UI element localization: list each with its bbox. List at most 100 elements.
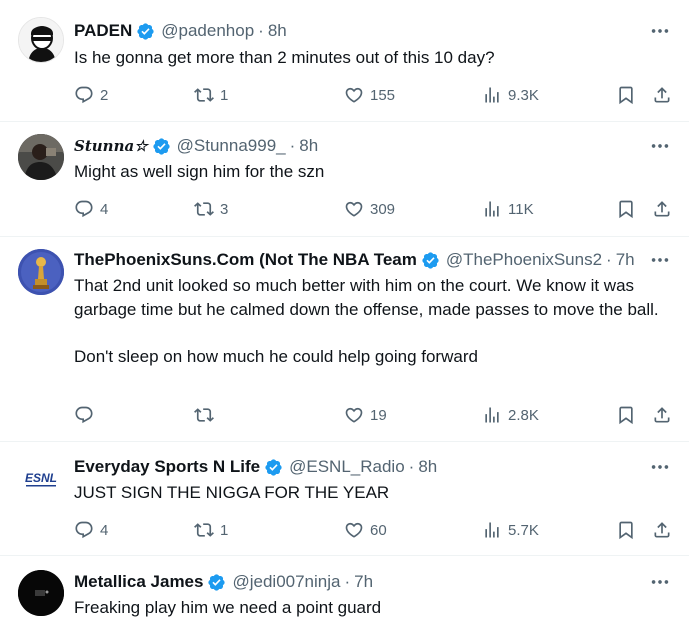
bar-chart-icon xyxy=(482,85,502,105)
reply-count: 2 xyxy=(100,86,109,104)
timestamp[interactable]: 8h xyxy=(268,20,287,42)
verified-badge-icon xyxy=(207,573,226,592)
separator-dot: · xyxy=(606,250,612,269)
reply-icon xyxy=(74,405,94,425)
user-handle[interactable]: @ESNL_Radio xyxy=(289,456,405,478)
timestamp[interactable]: 7h xyxy=(616,249,635,271)
heart-icon xyxy=(344,405,364,425)
tweet-text: Freaking play him we need a point guard xyxy=(74,598,382,617)
more-options-icon[interactable] xyxy=(649,20,671,42)
separator-dot: · xyxy=(258,21,264,40)
like-button[interactable]: 155 xyxy=(344,84,395,106)
verified-badge-icon xyxy=(136,22,155,41)
heart-icon xyxy=(344,520,364,540)
view-count: 5.7K xyxy=(508,521,539,539)
retweet-count: 1 xyxy=(220,86,229,104)
display-name[interactable]: ThePhoenixSuns.Com (Not The NBA Team xyxy=(74,249,417,271)
share-button[interactable] xyxy=(652,404,672,426)
bar-chart-icon xyxy=(482,405,502,425)
more-options-icon[interactable] xyxy=(649,249,671,271)
separator-dot: · xyxy=(408,457,415,476)
retweet-icon xyxy=(194,199,214,219)
retweet-button[interactable] xyxy=(194,404,214,426)
like-button[interactable]: 60 xyxy=(344,519,387,541)
tweet-header: PADEN @padenhop · 8h xyxy=(74,20,645,42)
share-icon xyxy=(652,85,672,105)
user-handle[interactable]: @ThePhoenixSuns2 xyxy=(446,249,602,271)
views-button[interactable]: 2.8K xyxy=(482,404,539,426)
tweet-header: ThePhoenixSuns.Com (Not The NBA Team @Th… xyxy=(74,249,645,271)
display-name[interactable]: Metallica James xyxy=(74,571,203,593)
views-button[interactable]: 11K xyxy=(482,198,534,220)
retweet-button[interactable]: 1 xyxy=(194,84,228,106)
share-button[interactable] xyxy=(652,198,672,220)
tweet-header: Stunna☆ @Stunna999_ · 8h xyxy=(74,135,645,157)
reply-count: 4 xyxy=(100,521,109,539)
views-button[interactable]: 5.7K xyxy=(482,519,539,541)
more-options-icon[interactable] xyxy=(649,135,671,157)
bookmark-icon xyxy=(616,85,636,105)
dark-photo-avatar[interactable] xyxy=(18,570,64,616)
display-name[interactable]: PADEN xyxy=(74,20,132,42)
user-handle[interactable]: @Stunna999_ xyxy=(177,135,286,157)
verified-badge-icon xyxy=(264,458,283,477)
tweet-5[interactable]: Metallica James @jedi007ninja · 7h Freak… xyxy=(0,556,689,621)
tweet-text: Is he gonna get more than 2 minutes out … xyxy=(74,48,495,67)
tweet-2[interactable]: Stunna☆ @Stunna999_ · 8h Might as well s… xyxy=(0,122,689,237)
reply-button[interactable]: 2 xyxy=(74,84,108,106)
retweet-icon xyxy=(194,520,214,540)
timestamp[interactable]: 8h xyxy=(418,456,437,478)
tweet-1[interactable]: PADEN @padenhop · 8h Is he gonna get mor… xyxy=(0,0,689,122)
views-button[interactable]: 9.3K xyxy=(482,84,539,106)
retweet-count: 3 xyxy=(220,200,229,218)
action-bar: 4 3 309 11K xyxy=(74,198,674,220)
more-options-icon[interactable] xyxy=(649,571,671,593)
like-count: 309 xyxy=(370,200,396,218)
action-bar: 19 2.8K xyxy=(74,404,674,426)
tweet-4[interactable]: ESNL Everyday Sports N Life @ESNL_Radio … xyxy=(0,442,689,556)
timestamp[interactable]: 8h xyxy=(299,135,318,157)
reply-button[interactable]: 4 xyxy=(74,198,108,220)
display-name[interactable]: Stunna☆ xyxy=(74,135,148,157)
reply-count: 4 xyxy=(100,200,109,218)
bookmark-button[interactable] xyxy=(616,84,636,106)
timestamp[interactable]: 7h xyxy=(354,571,373,593)
view-count: 9.3K xyxy=(508,86,539,104)
tweet-text: Might as well sign him for the szn xyxy=(74,162,325,181)
user-handle[interactable]: @jedi007ninja xyxy=(232,571,340,593)
bar-chart-icon xyxy=(482,520,502,540)
share-button[interactable] xyxy=(652,519,672,541)
reply-button[interactable]: 4 xyxy=(74,519,108,541)
esnl-logo-text: ESNL xyxy=(25,471,57,485)
tweet-header: Metallica James @jedi007ninja · 7h xyxy=(74,571,645,593)
like-button[interactable]: 19 xyxy=(344,404,387,426)
tweet-3[interactable]: ThePhoenixSuns.Com (Not The NBA Team @Th… xyxy=(0,237,689,442)
separator-dot: · xyxy=(289,136,296,155)
user-handle[interactable]: @padenhop xyxy=(161,20,254,42)
display-name[interactable]: Everyday Sports N Life xyxy=(74,456,260,478)
bookmark-button[interactable] xyxy=(616,198,636,220)
view-count: 11K xyxy=(508,200,534,218)
bar-chart-icon xyxy=(482,199,502,219)
retweet-button[interactable]: 3 xyxy=(194,198,228,220)
bookmark-icon xyxy=(616,405,636,425)
tweet-text: That 2nd unit looked so much better with… xyxy=(74,276,659,366)
retweet-icon xyxy=(194,85,214,105)
like-count: 155 xyxy=(370,86,396,104)
trophy-avatar[interactable] xyxy=(18,249,64,295)
bookmark-button[interactable] xyxy=(616,519,636,541)
retweet-button[interactable]: 1 xyxy=(194,519,228,541)
bookmark-button[interactable] xyxy=(616,404,636,426)
like-count: 60 xyxy=(370,521,387,539)
heart-icon xyxy=(344,199,364,219)
action-bar: 2 1 155 9.3K xyxy=(74,84,674,106)
reply-button[interactable] xyxy=(74,404,94,426)
more-options-icon[interactable] xyxy=(649,456,671,478)
share-icon xyxy=(652,199,672,219)
bookmark-icon xyxy=(616,520,636,540)
person-photo-avatar[interactable] xyxy=(18,134,64,180)
like-button[interactable]: 309 xyxy=(344,198,395,220)
esnl-logo-avatar[interactable]: ESNL xyxy=(18,454,64,500)
cartoon-person-avatar[interactable] xyxy=(18,17,64,63)
share-button[interactable] xyxy=(652,84,672,106)
